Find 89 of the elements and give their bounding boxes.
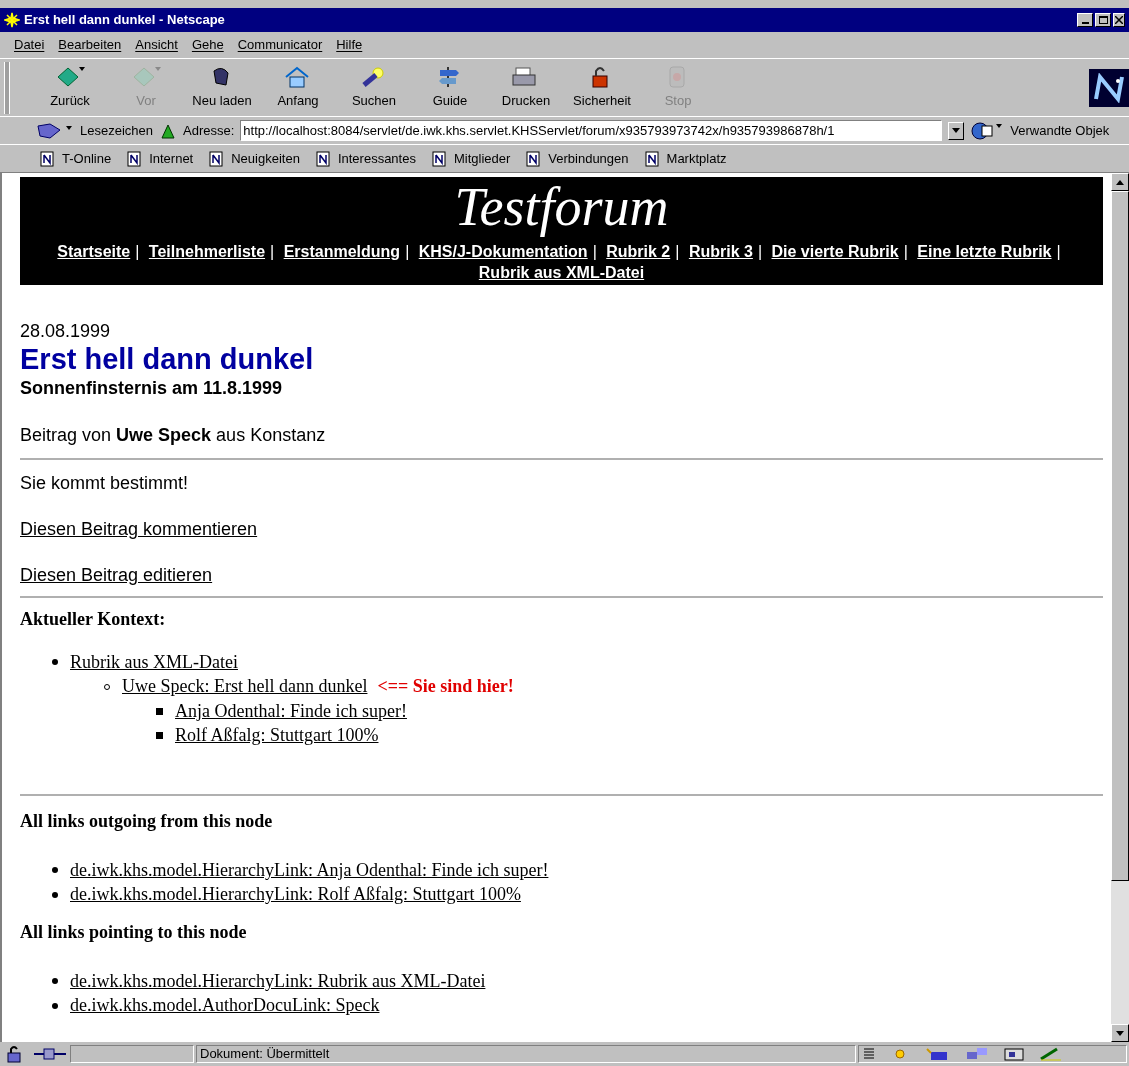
nav-link[interactable]: Rubrik aus XML-Datei — [478, 264, 645, 281]
separator: | — [405, 243, 410, 260]
separator: | — [757, 243, 763, 260]
section-heading: All links pointing to this node — [20, 921, 248, 943]
address-field[interactable]: http://localhost:8084/servlet/de.iwk.khs.servlet.KHSServlet/forum/x935793973742x/h935793986878h/1 — [240, 120, 943, 141]
separator: | — [675, 243, 680, 260]
tree-link[interactable]: Rubrik aus XML-Datei — [70, 648, 238, 676]
page-icon — [526, 150, 541, 167]
dropdown-button[interactable] — [948, 121, 965, 140]
menu-item[interactable]: Gehe — [191, 35, 224, 55]
menu-item[interactable]: Ansicht — [135, 35, 178, 55]
close-button[interactable] — [1113, 13, 1125, 27]
globe-icon — [970, 120, 1005, 141]
node-link[interactable]: de.iwk.khs.model.HierarchyLink: Rubrik aus XML-Datei — [70, 967, 486, 995]
node-link[interactable]: de.iwk.khs.model.HierarchyLink: Anja Odenthal: Finde ich super! — [70, 856, 549, 884]
section-heading: Aktueller Kontext: — [20, 608, 167, 630]
node-link[interactable]: de.iwk.khs.model.HierarchyLink: Rolf Aßfalg: Stuttgart 100% — [70, 881, 521, 909]
bookmark-button[interactable]: Neuigkeiten — [209, 148, 300, 169]
maximize-button[interactable] — [1095, 13, 1111, 27]
page-icon — [209, 150, 224, 167]
nav-link[interactable]: KHS/J-Dokumentation — [418, 243, 588, 260]
separator: | — [592, 243, 597, 260]
bookmark-button[interactable]: Verbindungen — [526, 148, 629, 169]
page-icon — [644, 150, 659, 167]
bullet-icon — [52, 1002, 58, 1009]
bullet-icon — [156, 732, 163, 740]
tree-link[interactable]: Rolf Aßfalg: Stuttgart 100% — [175, 722, 379, 750]
toolbar-button[interactable]: Suchen — [336, 64, 412, 111]
bookmark-button[interactable]: Mitglieder — [431, 148, 511, 169]
nav-link[interactable]: Eine letzte Rubrik — [917, 243, 1052, 260]
menu-item[interactable]: Bearbeiten — [58, 35, 122, 55]
bookmark-button[interactable]: Internet — [127, 148, 194, 169]
bookmark-button[interactable]: Interessantes — [315, 148, 416, 169]
separator: | — [1056, 243, 1061, 260]
author-line: Beitrag von Uwe Speck aus Konstanz — [20, 424, 327, 446]
toolbar-button[interactable]: Sicherheit — [564, 64, 640, 111]
toolbar-button[interactable]: Drucken — [488, 64, 564, 111]
nav-link[interactable]: Teilnehmerliste — [148, 243, 266, 260]
page-icon — [127, 150, 142, 167]
nav-link[interactable]: Rubrik 3 — [688, 243, 753, 260]
separator: | — [903, 243, 908, 260]
caret-icon — [952, 128, 961, 133]
page-icon — [40, 150, 54, 167]
bullet-icon — [52, 978, 58, 985]
section-heading: All links outgoing from this node — [20, 810, 274, 832]
address-label: Adresse: — [183, 121, 235, 140]
site-title: Testforum — [454, 177, 669, 237]
menu-item[interactable]: Communicator — [237, 35, 323, 55]
lines-icon[interactable] — [863, 1047, 875, 1061]
post-title: Erst hell dann dunkel — [20, 342, 315, 376]
card-icon[interactable] — [1003, 1047, 1025, 1061]
post-text: Sie kommt bestimmt! — [20, 472, 190, 494]
menu-item[interactable]: Datei — [14, 35, 45, 55]
page-icon — [315, 150, 330, 167]
post-date: 28.08.1999 — [20, 320, 112, 342]
star-icon — [4, 12, 20, 28]
separator: | — [270, 243, 275, 260]
minimize-button[interactable] — [1077, 13, 1093, 27]
separator: | — [135, 243, 140, 260]
post-subtitle: Sonnenfinsternis am 11.8.1999 — [20, 377, 284, 400]
menu-item[interactable]: Hilfe — [336, 35, 363, 55]
nav-link[interactable]: Die vierte Rubrik — [771, 243, 899, 260]
page-icon — [431, 150, 446, 167]
status-text: Dokument: Übermittelt — [196, 1045, 856, 1063]
toolbar-button[interactable]: Neu laden — [184, 64, 260, 111]
bullet-icon — [52, 659, 58, 666]
netscape-logo[interactable] — [1089, 68, 1129, 107]
toolbar-button[interactable]: Anfang — [260, 64, 336, 111]
window-title: Erst hell dann dunkel - Netscape — [24, 11, 225, 30]
speech-bubbles-icon[interactable] — [965, 1047, 989, 1061]
current-marker: <== Sie sind hier! — [377, 675, 514, 699]
bookmark-button[interactable]: Marktplatz — [644, 148, 727, 169]
nav-link[interactable]: Erstanmeldung — [283, 243, 401, 260]
toolbar-button[interactable]: Zurück — [32, 64, 108, 111]
nav-link[interactable]: Rubrik 2 — [606, 243, 671, 260]
pen-icon[interactable] — [1039, 1047, 1063, 1061]
plug-icon — [32, 1045, 68, 1063]
bullet-icon — [156, 707, 163, 715]
node-link[interactable]: de.iwk.khs.model.AuthorDocuLink: Speck — [70, 992, 380, 1020]
bookmark-button[interactable]: T-Online — [40, 148, 112, 169]
toolbar-button[interactable]: Guide — [412, 64, 488, 111]
related-button[interactable]: Verwandte Objek — [1010, 120, 1110, 141]
bullet-icon — [52, 867, 58, 874]
bookmarks-button[interactable]: Lesezeichen — [80, 120, 153, 141]
action-link[interactable]: Diesen Beitrag editieren — [20, 565, 213, 585]
bullet-icon — [52, 891, 58, 898]
nav-link[interactable]: Startseite — [57, 243, 131, 260]
action-link[interactable]: Diesen Beitrag kommentieren — [20, 519, 258, 539]
scroll-bar[interactable] — [1111, 173, 1129, 1042]
